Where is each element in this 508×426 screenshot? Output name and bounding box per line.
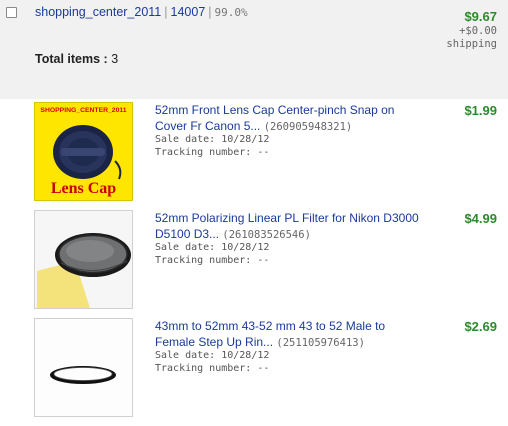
separator: | [164,5,168,19]
pl-filter-image [35,211,132,308]
item-thumbnail-pl-filter[interactable] [34,210,133,309]
sale-date: Sale date: 10/28/12 [155,350,270,361]
item-meta: Sale date: 10/28/12 Tracking number: -- [155,350,269,375]
order-item: SHOPPING_CENTER_2011 Lens Cap 52mm Front… [0,102,508,210]
step-up-ring-image [35,319,132,416]
order-item: 43mm to 52mm 43-52 mm 43 to 52 Male to F… [0,318,508,426]
item-thumbnail-step-up-ring[interactable] [34,318,133,417]
item-price: $2.69 [464,319,497,334]
thumb-brand-text: SHOPPING_CENTER_2011 [40,107,126,114]
tracking-number: Tracking number: -- [155,362,270,374]
item-number: (261083526546) [222,229,311,241]
item-number: (260905948321) [263,121,353,133]
total-items: Total items : 3 [35,52,118,66]
tracking-number: Tracking number: -- [155,254,270,266]
order-header: shopping_center_2011 | 14007 | 99.0% $9.67 +… [0,0,508,99]
item-price: $1.99 [464,103,497,118]
select-order-checkbox[interactable] [6,7,17,18]
tracking-number: Tracking number: -- [155,146,270,158]
item-title-link[interactable]: 43mm to 52mm 43-52 mm 43 to 52 Male to F… [155,318,420,351]
item-meta: Sale date: 10/28/12 Tracking number: -- [155,242,269,267]
shipping-cost: +$0.00 [459,25,497,37]
lens-cap-image: SHOPPING_CENTER_2011 Lens Cap [35,103,132,200]
item-title-link[interactable]: 52mm Front Lens Cap Center-pinch Snap on… [155,102,420,135]
sale-date: Sale date: 10/28/12 [155,134,270,145]
sale-date: Sale date: 10/28/12 [155,242,270,253]
order-item: 52mm Polarizing Linear PL Filter for Nik… [0,210,508,318]
item-number: (251105976413) [276,337,365,349]
seller-name-link[interactable]: shopping_center_2011 [35,5,161,19]
total-items-count: 3 [111,52,119,66]
order-total-price: $9.67 [464,9,497,24]
item-thumbnail-lens-cap[interactable]: SHOPPING_CENTER_2011 Lens Cap [34,102,133,201]
item-title-link[interactable]: 52mm Polarizing Linear PL Filter for Nik… [155,210,420,243]
item-meta: Sale date: 10/28/12 Tracking number: -- [155,134,269,159]
positive-feedback-percent: 99.0% [214,6,248,19]
seller-info: shopping_center_2011 | 14007 | 99.0% [35,5,248,19]
shipping-label: shipping [446,38,497,50]
feedback-score-link[interactable]: 14007 [171,5,206,19]
item-price: $4.99 [464,211,497,226]
separator: | [208,5,212,19]
total-items-label: Total items : [35,52,108,66]
thumb-product-text: Lens Cap [51,180,116,197]
